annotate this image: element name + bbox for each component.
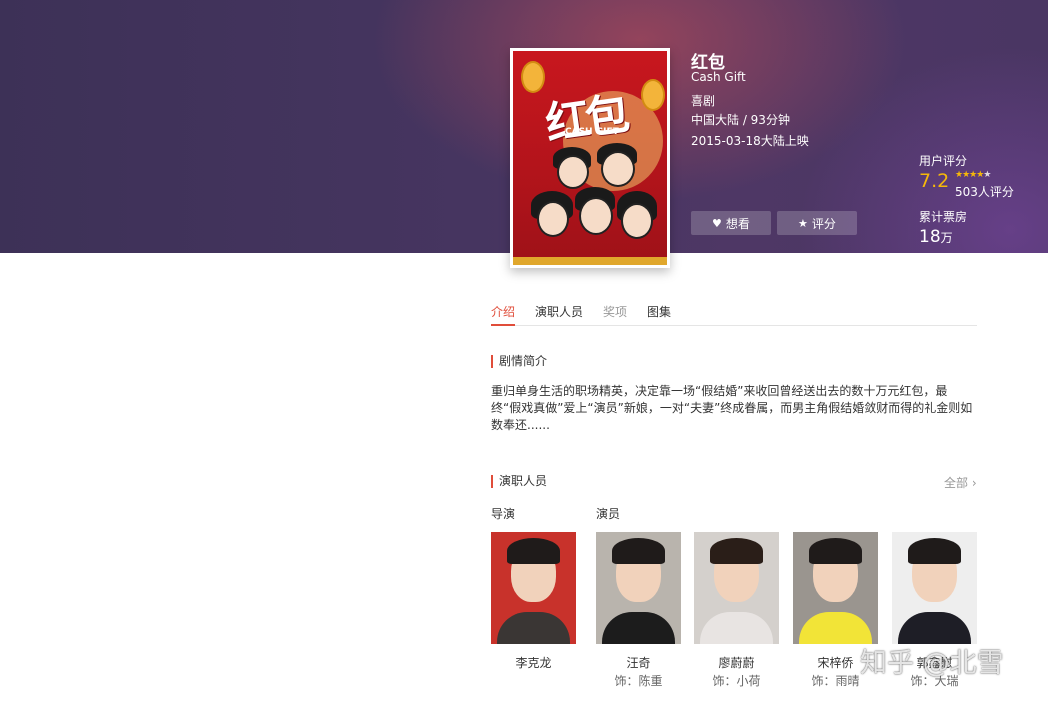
cast-card[interactable]: 廖蔚蔚 饰：小荷 [694,532,779,688]
director-label: 导演 [491,507,516,521]
cast-role: 饰：小荷 [712,674,761,688]
photo-body [898,612,971,644]
cast-card[interactable]: 郭鑫慰 饰：大瑞 [892,532,977,688]
poster-subtitle: CASH GIFT [565,127,619,137]
rating-count: 503人评分 [955,185,1014,199]
movie-region-runtime: 中国大陆 / 93分钟 [691,113,790,127]
view-all-label: 全部 [944,476,969,490]
cast-photo[interactable] [596,532,681,644]
poster-figure [601,151,635,187]
poster-figure [537,201,569,237]
cast-name[interactable]: 李克龙 [491,654,576,671]
box-office-number: 18 [919,227,941,247]
tab-gallery[interactable]: 图集 [647,303,671,326]
synopsis-text: 重归单身生活的职场精英，决定靠一场“假结婚”来收回曾经送出去的数十万元红包，最终… [491,384,973,432]
rating-label: 用户评分 [919,154,968,168]
box-office-unit: 万 [940,231,953,245]
cast-card[interactable]: 宋梓侨 饰：雨晴 [793,532,878,688]
cast-role: 饰：陈重 [614,674,663,688]
photo-body [700,612,773,644]
box-office-value: 18万 [919,227,953,247]
want-to-watch-button[interactable]: ♥ 想看 [691,211,771,235]
tab-intro[interactable]: 介绍 [491,303,516,326]
photo-body [799,612,872,644]
synopsis-heading: 剧情简介 [491,355,547,368]
cast-photo[interactable] [793,532,878,644]
photo-hair [710,538,763,564]
star-empty-icon: ★ [983,170,991,180]
tab-cast-crew[interactable]: 演职人员 [535,303,583,326]
photo-hair [612,538,665,564]
box-office-label: 累计票房 [919,210,968,224]
poster-figure [557,155,589,189]
photo-hair [809,538,862,564]
movie-english-title: Cash Gift [691,70,746,84]
rating-score: 7.2 [919,170,950,192]
chevron-right-icon: › [971,476,977,490]
photo-body [602,612,675,644]
lantern-icon [641,79,665,111]
cast-photo[interactable] [694,532,779,644]
poster-figure [579,197,613,235]
poster-title: 红包 [542,88,629,151]
cast-name[interactable]: 廖蔚蔚 [694,654,779,671]
movie-release-date: 2015-03-18大陆上映 [691,134,809,148]
rate-button[interactable]: ★ 评分 [777,211,857,235]
cast-card[interactable]: 汪奇 饰：陈重 [596,532,681,688]
photo-body [497,612,570,644]
cast-photo[interactable] [892,532,977,644]
movie-poster[interactable]: 红包 CASH GIFT [510,48,670,268]
detail-tabs: 介绍 演职人员 奖项 图集 [491,303,977,326]
rate-label: 评分 [811,216,836,231]
tab-awards[interactable]: 奖项 [603,303,627,326]
view-all-cast-link[interactable]: 全部 › [944,474,977,491]
photo-hair [908,538,961,564]
poster-image: 红包 CASH GIFT [513,51,667,265]
cast-heading: 演职人员 [491,475,547,488]
star-icon: ★ [798,216,808,230]
heart-icon: ♥ [712,216,722,230]
rating-stars: ★★★★★ [955,170,991,180]
want-to-watch-label: 想看 [725,216,750,231]
poster-figure [621,203,653,239]
actors-label: 演员 [596,507,621,521]
photo-hair [507,538,560,564]
poster-strip [513,257,667,265]
cast-photo[interactable] [491,532,576,644]
cast-card[interactable]: 李克龙 [491,532,576,670]
watermark: 知乎 @北雪 [860,648,1004,679]
cast-name[interactable]: 汪奇 [596,654,681,671]
movie-genre: 喜剧 [691,94,716,108]
